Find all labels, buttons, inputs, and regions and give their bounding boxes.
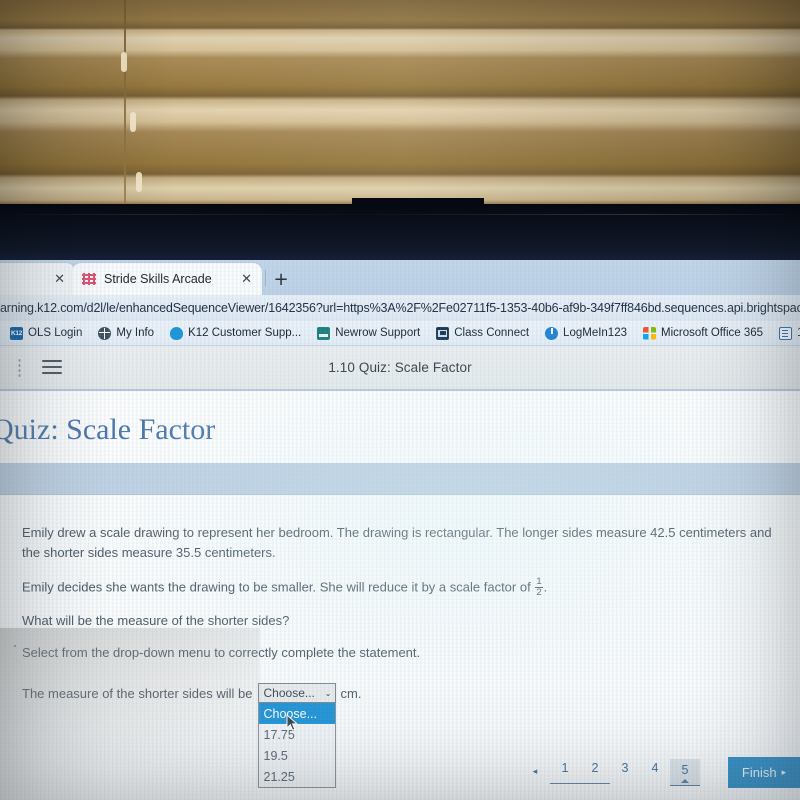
bookmark-microsoft-office-365[interactable]: Microsoft Office 365 bbox=[635, 326, 771, 340]
bookmark-label: My Info bbox=[116, 327, 155, 339]
statement-row: The measure of the shorter sides will be… bbox=[22, 683, 362, 788]
chat-blob-icon bbox=[170, 326, 184, 340]
bookmark-label: K12 Customer Supp... bbox=[188, 327, 302, 339]
fraction-denominator: 2 bbox=[536, 586, 542, 598]
blind-cord bbox=[124, 0, 126, 205]
microsoft-icon bbox=[643, 326, 656, 340]
blinds-shading bbox=[0, 0, 800, 205]
globe-icon bbox=[98, 326, 112, 340]
previous-page-button[interactable]: ◂ bbox=[520, 767, 550, 777]
grid-favicon-icon bbox=[82, 273, 96, 285]
fraction-one-half: 1 2 bbox=[535, 577, 543, 598]
bezel-glint bbox=[0, 214, 800, 215]
screenshot-stage: or ✕ Stride Skills Arcade ✕ + arning.k12… bbox=[0, 0, 800, 800]
tab-label: Stride Skills Arcade bbox=[104, 272, 212, 286]
finish-button-label: Finish bbox=[741, 765, 777, 780]
chevron-down-icon: ⌄ bbox=[324, 688, 332, 698]
address-bar[interactable]: arning.k12.com/d2l/le/enhancedSequenceVi… bbox=[0, 295, 800, 321]
dropdown-selected-value: Choose... bbox=[263, 686, 315, 700]
question-paragraph-3: What will be the measure of the shorter … bbox=[22, 613, 290, 628]
dropdown-trigger[interactable]: Choose... ⌄ bbox=[257, 683, 336, 703]
page-number-2[interactable]: 2 bbox=[580, 761, 610, 784]
page-number-1[interactable]: 1 bbox=[550, 761, 580, 784]
progress-band bbox=[0, 463, 800, 495]
paragraph-2-before: Emily decides she wants the drawing to b… bbox=[22, 579, 531, 595]
browser-tab-strip: or ✕ Stride Skills Arcade ✕ + bbox=[0, 260, 800, 295]
screen-icon bbox=[436, 326, 450, 340]
page-number-5[interactable]: 5 bbox=[670, 758, 700, 786]
question-paragraph-4: Select from the drop-down menu to correc… bbox=[22, 645, 421, 660]
bookmark-label: Class Connect bbox=[454, 327, 530, 339]
question-paragraph-2: Emily decides she wants the drawing to b… bbox=[22, 577, 622, 598]
blind-cord-clip bbox=[121, 52, 127, 72]
bookmark-my-info[interactable]: My Info bbox=[90, 326, 162, 340]
blind-cord-clip bbox=[130, 112, 136, 132]
page-title: 1.10 Quiz: Scale Factor bbox=[328, 360, 472, 375]
browser-tab-inactive[interactable]: or ✕ bbox=[0, 263, 75, 295]
close-icon[interactable]: ✕ bbox=[54, 272, 65, 287]
logmein-icon bbox=[545, 326, 559, 340]
bookmark-geography-scale[interactable]: 1.01 Geography Sca... bbox=[771, 326, 800, 340]
blind-cord-clip bbox=[136, 172, 142, 192]
monitor-bezel bbox=[0, 204, 800, 262]
statement-suffix: cm. bbox=[340, 685, 362, 701]
quiz-content: 1.10 Quiz: Scale Factor Emily drew a sca… bbox=[0, 391, 800, 800]
bookmark-logmein123[interactable]: LogMeIn123 bbox=[537, 326, 635, 340]
new-tab-button[interactable]: + bbox=[270, 268, 292, 290]
quiz-heading: 1.10 Quiz: Scale Factor bbox=[0, 413, 216, 446]
statement-prefix: The measure of the shorter sides will be bbox=[22, 685, 253, 701]
pagination: ◂ 1 2 3 4 5 bbox=[520, 755, 720, 789]
dropdown-option[interactable]: 21.25 bbox=[259, 766, 335, 787]
finish-button[interactable]: Finish ▸ bbox=[728, 757, 800, 788]
newrow-icon bbox=[317, 326, 331, 340]
browser-tab-active[interactable]: Stride Skills Arcade ✕ bbox=[72, 263, 262, 295]
dropdown-option[interactable]: 19.5 bbox=[259, 745, 335, 766]
bookmark-class-connect[interactable]: Class Connect bbox=[428, 326, 537, 340]
page-number-4[interactable]: 4 bbox=[640, 761, 670, 783]
question-paragraph-1: Emily drew a scale drawing to represent … bbox=[22, 525, 772, 561]
k12-icon: K12 bbox=[10, 326, 23, 340]
bookmark-label: Newrow Support bbox=[335, 327, 421, 339]
quiz-header-bar: 1.10 Quiz: Scale Factor bbox=[0, 346, 800, 391]
bookmark-label: OLS Login bbox=[28, 327, 83, 339]
bookmarks-bar: K12 OLS Login My Info K12 Customer Supp.… bbox=[0, 321, 800, 346]
tab-divider bbox=[265, 270, 266, 286]
page-number-3[interactable]: 3 bbox=[610, 761, 640, 783]
url-text: arning.k12.com/d2l/le/enhancedSequenceVi… bbox=[0, 301, 800, 315]
document-icon bbox=[779, 326, 793, 340]
bookmark-k12-customer-support[interactable]: K12 Customer Supp... bbox=[162, 326, 309, 340]
bookmark-label: LogMeIn123 bbox=[563, 327, 627, 339]
window-blinds-photo bbox=[0, 0, 800, 205]
mouse-cursor-icon bbox=[286, 714, 298, 731]
close-icon[interactable]: ✕ bbox=[241, 272, 252, 287]
bookmark-ols-login[interactable]: K12 OLS Login bbox=[2, 326, 90, 340]
bookmark-newrow-support[interactable]: Newrow Support bbox=[309, 326, 428, 340]
bullet-marker bbox=[14, 645, 16, 647]
paragraph-2-after: . bbox=[543, 579, 548, 595]
answer-dropdown[interactable]: Choose... ⌄ Choose... 17.75 19.5 21.25 bbox=[257, 683, 336, 788]
arrow-right-icon: ▸ bbox=[781, 767, 787, 778]
bookmark-label: Microsoft Office 365 bbox=[661, 327, 764, 339]
screen-area: or ✕ Stride Skills Arcade ✕ + arning.k12… bbox=[0, 260, 800, 800]
